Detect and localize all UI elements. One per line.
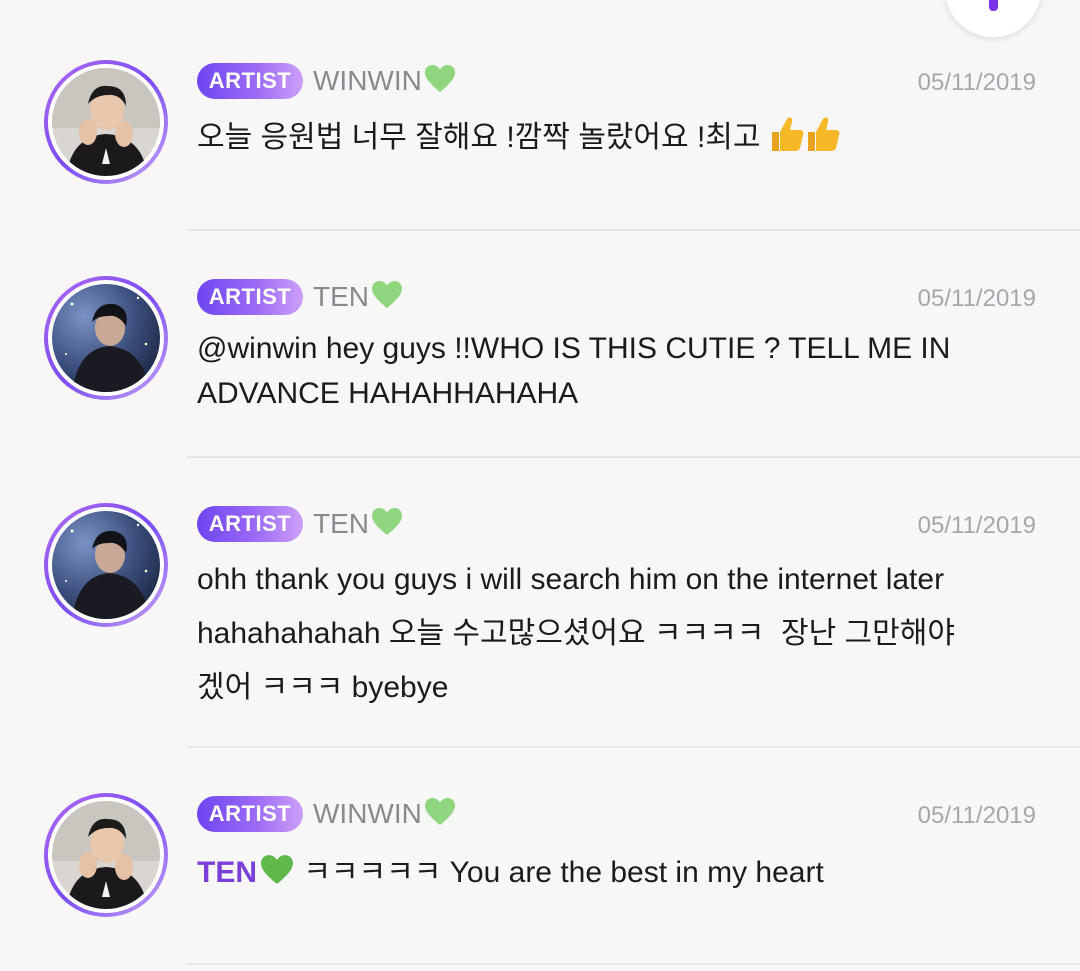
comment-text: ohh thank you guys i will search him on …: [197, 553, 1036, 715]
avatar[interactable]: [44, 503, 168, 627]
avatar[interactable]: [44, 793, 168, 917]
comment-item[interactable]: ARTIST TEN 05/11/2019 ohh thank you guys…: [0, 457, 1080, 747]
avatar-frame: [48, 64, 164, 180]
comment-header: ARTIST TEN 05/11/2019: [197, 506, 1036, 542]
ten-avatar: [52, 511, 160, 619]
green-heart-icon: [372, 281, 402, 308]
thumbs-up-icon: [771, 117, 804, 151]
author-name[interactable]: TEN: [313, 279, 403, 315]
winwin-avatar: [52, 68, 160, 176]
author-label: TEN: [313, 281, 369, 312]
artist-badge: ARTIST: [197, 63, 303, 99]
author-label: TEN: [313, 508, 369, 539]
avatar-frame: [48, 507, 164, 623]
avatar-frame: [48, 280, 164, 396]
comment-text-line: 오늘 응원법 너무 잘해요 !깜짝 놀랐어요 !최고: [197, 121, 769, 154]
comment-date: 05/11/2019: [917, 802, 1036, 829]
comment-text-line: ohh thank you guys i will search him on …: [197, 563, 945, 596]
avatar-frame: [48, 797, 164, 913]
comment-text-line: hahahahahah 오늘 수고많으셨어요 ㅋㅋㅋㅋ 장난 그만해야: [197, 617, 955, 650]
comment-text: @winwin hey guys !!WHO IS THIS CUTIE ? T…: [197, 326, 1036, 416]
green-heart-icon: [424, 798, 455, 825]
mention-label: TEN: [197, 856, 257, 889]
comment-header: ARTIST WINWIN 05/11/2019: [197, 63, 1036, 99]
green-heart-icon: [424, 65, 455, 92]
green-heart-icon: [261, 855, 293, 884]
artist-badge: ARTIST: [197, 506, 303, 542]
artist-badge: ARTIST: [197, 279, 303, 315]
author-name[interactable]: WINWIN: [313, 796, 456, 832]
thumbs-up-icon: [807, 117, 840, 151]
comment-item[interactable]: ARTIST WINWIN 05/11/2019 TEN ㅋㅋㅋㅋㅋ You a…: [0, 747, 1080, 971]
author-label: WINWIN: [313, 65, 422, 96]
avatar[interactable]: [44, 60, 168, 184]
ten-avatar: [52, 284, 160, 392]
comment-item[interactable]: ARTIST TEN 05/11/2019 @winwin hey guys !…: [0, 230, 1080, 457]
author-name[interactable]: WINWIN: [313, 63, 456, 99]
comment-date: 05/11/2019: [917, 69, 1036, 96]
comment-header: ARTIST TEN 05/11/2019: [197, 279, 1036, 315]
comment-text: TEN ㅋㅋㅋㅋㅋ You are the best in my heart: [197, 850, 1036, 895]
comments-screen: ARTIST WINWIN 05/11/2019 오늘 응원법 너무 잘해요 !…: [0, 0, 1080, 971]
avatar[interactable]: [44, 276, 168, 400]
comment-date: 05/11/2019: [917, 512, 1036, 539]
comment-text: 오늘 응원법 너무 잘해요 !깜짝 놀랐어요 !최고: [197, 115, 1036, 160]
comment-date: 05/11/2019: [917, 285, 1036, 312]
comment-item[interactable]: ARTIST WINWIN 05/11/2019 오늘 응원법 너무 잘해요 !…: [0, 0, 1080, 230]
comment-header: ARTIST WINWIN 05/11/2019: [197, 796, 1036, 832]
author-label: WINWIN: [313, 798, 422, 829]
winwin-avatar: [52, 801, 160, 909]
comment-text-line: 겠어 ㅋㅋㅋ byebye: [197, 671, 449, 704]
green-heart-icon: [372, 508, 402, 535]
comment-text-line: ADVANCE HAHAHHAHAHA: [197, 377, 579, 410]
artist-badge: ARTIST: [197, 796, 303, 832]
divider: [187, 963, 1080, 965]
comment-text-line: @winwin hey guys !!WHO IS THIS CUTIE ? T…: [197, 332, 951, 365]
comment-text-line: ㅋㅋㅋㅋㅋ You are the best in my heart: [295, 856, 824, 889]
author-name[interactable]: TEN: [313, 506, 403, 542]
mention-link[interactable]: TEN: [197, 855, 295, 889]
